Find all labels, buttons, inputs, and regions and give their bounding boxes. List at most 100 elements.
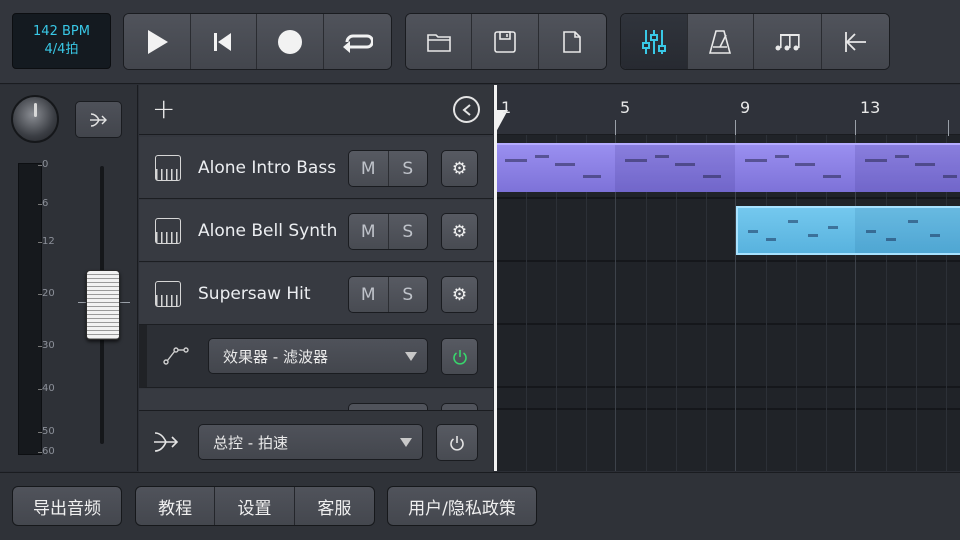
midi-clip[interactable]: [497, 143, 960, 192]
clip-note: [703, 175, 721, 178]
routing-icon: [154, 432, 179, 452]
meter-tick: 40: [38, 383, 55, 394]
clip-note: [788, 220, 798, 223]
clip-note: [535, 155, 549, 158]
track-row[interactable]: Alone Bell Synth M S ⚙: [139, 200, 493, 262]
add-track-button[interactable]: +: [152, 95, 175, 123]
ruler-tick: [615, 120, 616, 136]
tempo-display[interactable]: 142 BPM 4/4拍: [12, 13, 111, 69]
privacy-policy-button[interactable]: 用户/隐私政策: [388, 487, 536, 525]
clip-note: [930, 234, 940, 237]
support-button[interactable]: 客服: [295, 487, 374, 525]
metronome-button[interactable]: [687, 14, 754, 69]
mute-solo-group: M S: [348, 276, 428, 313]
open-project-button[interactable]: [406, 14, 473, 69]
track-row[interactable]: Alone Intro Bass M S ⚙: [139, 137, 493, 199]
bar-number: 1: [501, 98, 512, 117]
clip-note: [895, 155, 909, 158]
privacy-group: 用户/隐私政策: [387, 486, 537, 526]
record-button[interactable]: [257, 14, 324, 69]
mute-button[interactable]: M: [349, 277, 389, 312]
master-pan-knob[interactable]: [11, 95, 59, 143]
clip-section: [855, 145, 960, 192]
synth-instrument-icon: [155, 155, 181, 181]
play-button[interactable]: [124, 14, 191, 69]
clip-note: [828, 226, 838, 229]
clip-note: [808, 234, 818, 237]
effect-row: 效果器 - 滤波器: [139, 325, 493, 388]
settings-button[interactable]: 设置: [215, 487, 295, 525]
save-project-button[interactable]: [472, 14, 539, 69]
clip-note: [748, 230, 758, 233]
clip-note: [675, 163, 695, 166]
skip-to-start-button[interactable]: [190, 14, 257, 69]
mute-button[interactable]: M: [349, 151, 389, 186]
clip-note: [866, 230, 876, 233]
music-notes-icon: [775, 33, 800, 50]
level-meter: [18, 163, 42, 455]
clip-note: [908, 220, 918, 223]
new-file-icon: [563, 30, 582, 53]
play-icon: [147, 29, 168, 54]
mixer-icon: [641, 29, 666, 54]
return-to-start-button[interactable]: [821, 14, 889, 69]
solo-button[interactable]: S: [389, 277, 428, 312]
track-settings-button[interactable]: ⚙: [441, 150, 478, 187]
new-project-button[interactable]: [538, 14, 606, 69]
clip-note: [766, 238, 776, 241]
clip-note: [625, 159, 647, 162]
loop-icon: [343, 34, 374, 53]
ruler-tick: [735, 120, 736, 136]
tutorial-button[interactable]: 教程: [136, 487, 216, 525]
automation-curve-icon: [163, 347, 189, 365]
master-power-button[interactable]: [436, 424, 478, 461]
export-audio-button[interactable]: 导出音频: [13, 487, 121, 525]
folder-icon: [426, 33, 451, 52]
clip-note: [886, 238, 896, 241]
clip-note: [943, 175, 957, 178]
chevron-left-icon: [461, 103, 471, 116]
meter-tick: 50: [38, 426, 55, 437]
save-icon: [494, 30, 516, 53]
piano-instrument-icon: [155, 218, 181, 244]
volume-fader-handle[interactable]: [86, 270, 120, 340]
power-icon: [452, 349, 467, 365]
time-signature: 4/4拍: [44, 42, 79, 57]
view-controls: [620, 13, 890, 70]
bpm-value: 142 BPM: [33, 24, 90, 39]
record-icon: [277, 29, 302, 54]
loop-button[interactable]: [323, 14, 391, 69]
ruler-tick: [855, 120, 856, 136]
mute-button[interactable]: M: [349, 214, 389, 249]
track-row[interactable]: Supersaw Hit M S ⚙: [139, 263, 493, 325]
track-lane[interactable]: [497, 325, 960, 388]
master-effect-select[interactable]: 总控 - 拍速: [198, 424, 423, 460]
master-routing-button[interactable]: [75, 101, 122, 138]
effect-select[interactable]: 效果器 - 滤波器: [208, 338, 428, 374]
gear-icon: ⚙: [451, 284, 468, 305]
master-effect-row: 总控 - 拍速: [139, 410, 493, 472]
routing-icon: [89, 112, 107, 127]
bar-ruler[interactable]: [497, 85, 960, 135]
effect-power-button[interactable]: [441, 338, 478, 375]
mixer-view-button[interactable]: [621, 14, 688, 69]
metronome-icon: [709, 29, 732, 54]
track-settings-button[interactable]: ⚙: [441, 213, 478, 250]
bar-number: 13: [860, 98, 881, 117]
clip-note: [823, 175, 841, 178]
meter-tick: 0: [37, 159, 49, 170]
piano-instrument-icon: [155, 281, 181, 307]
dropdown-arrow-icon: [405, 352, 417, 361]
gear-icon: ⚙: [451, 221, 468, 242]
track-lane[interactable]: [497, 388, 960, 410]
hidden-track-row: [139, 389, 493, 413]
track-lane[interactable]: [497, 262, 960, 325]
solo-button[interactable]: S: [389, 151, 428, 186]
collapse-panel-button[interactable]: [453, 96, 480, 123]
note-editor-button[interactable]: [754, 14, 822, 69]
midi-clip[interactable]: [736, 206, 960, 255]
track-settings-button[interactable]: ⚙: [441, 276, 478, 313]
export-audio-group: 导出音频: [12, 486, 122, 526]
solo-button[interactable]: S: [389, 214, 428, 249]
clip-note: [555, 163, 575, 166]
